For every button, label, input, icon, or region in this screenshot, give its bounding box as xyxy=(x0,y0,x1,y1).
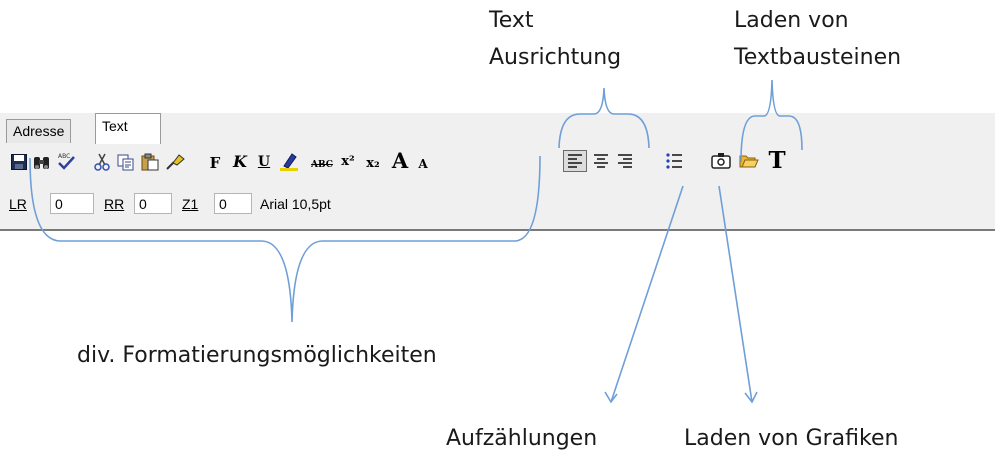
tab-text[interactable]: Text xyxy=(95,113,161,144)
lists-arrow xyxy=(610,185,684,403)
graphics-arrow xyxy=(718,185,753,403)
formatting-brace xyxy=(29,155,541,323)
annotation-lines xyxy=(29,79,803,404)
alignment-bracket xyxy=(558,87,650,149)
text-blocks-bracket xyxy=(740,79,803,163)
